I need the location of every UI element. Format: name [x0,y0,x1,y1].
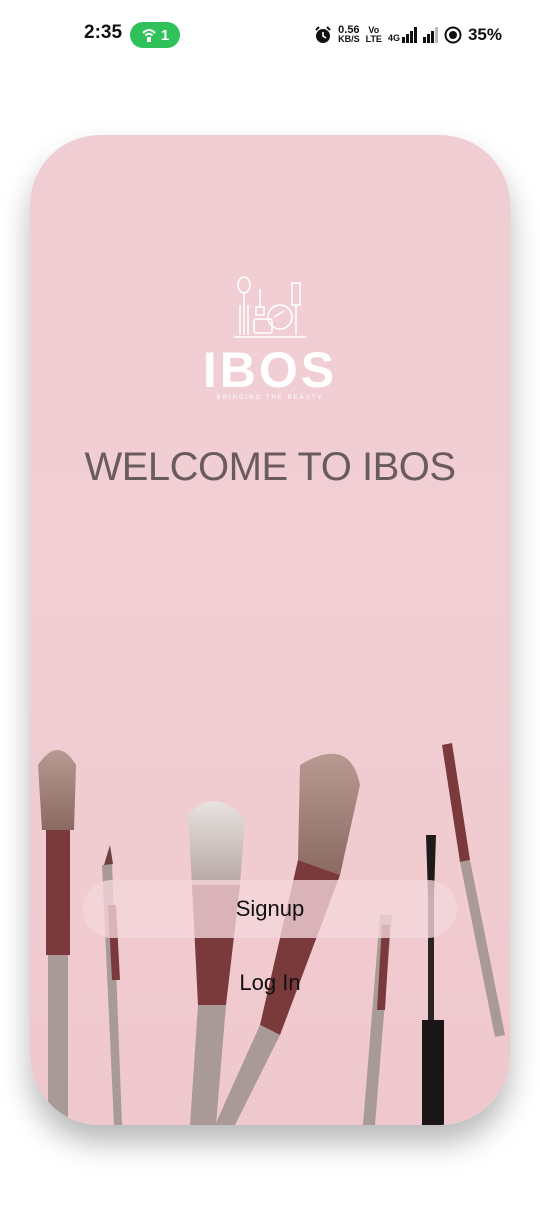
logo-tagline: BRINGING THE BEAUTY [216,395,324,401]
welcome-card: IBOS BRINGING THE BEAUTY WELCOME TO IBOS [30,135,510,1125]
network-type: 4G [387,33,400,43]
login-button[interactable]: Log In [170,960,370,1005]
alarm-icon [315,26,331,43]
battery-percent: 35% [467,25,502,44]
hotspot-count: 1 [160,26,170,44]
app-logo: IBOS BRINGING THE BEAUTY [30,275,510,401]
logo-text: IBOS [202,342,338,398]
cosmetics-logo-icon [234,276,306,338]
signal-4g: 4G [388,27,417,43]
welcome-heading: WELCOME TO IBOS [84,445,456,489]
hotspot-icon [142,29,156,42]
net-speed: 0.56 KB/S [338,25,360,44]
hotspot-indicator: 1 [130,22,180,48]
battery-icon [444,26,462,44]
volte-indicator: Vo LTE [366,26,382,44]
signup-button[interactable]: Signup [83,880,457,938]
status-time: 2:35 [84,22,123,43]
signal-bars-icon [401,27,417,43]
status-bar: 2:35 1 0.56 KB/S Vo LTE 4G 35% [0,0,540,70]
signal-bars-2-icon [422,27,438,43]
status-icons: 0.56 KB/S Vo LTE 4G 35% [314,22,502,48]
net-speed-unit: KB/S [338,34,360,44]
volte-bottom: LTE [365,34,382,44]
